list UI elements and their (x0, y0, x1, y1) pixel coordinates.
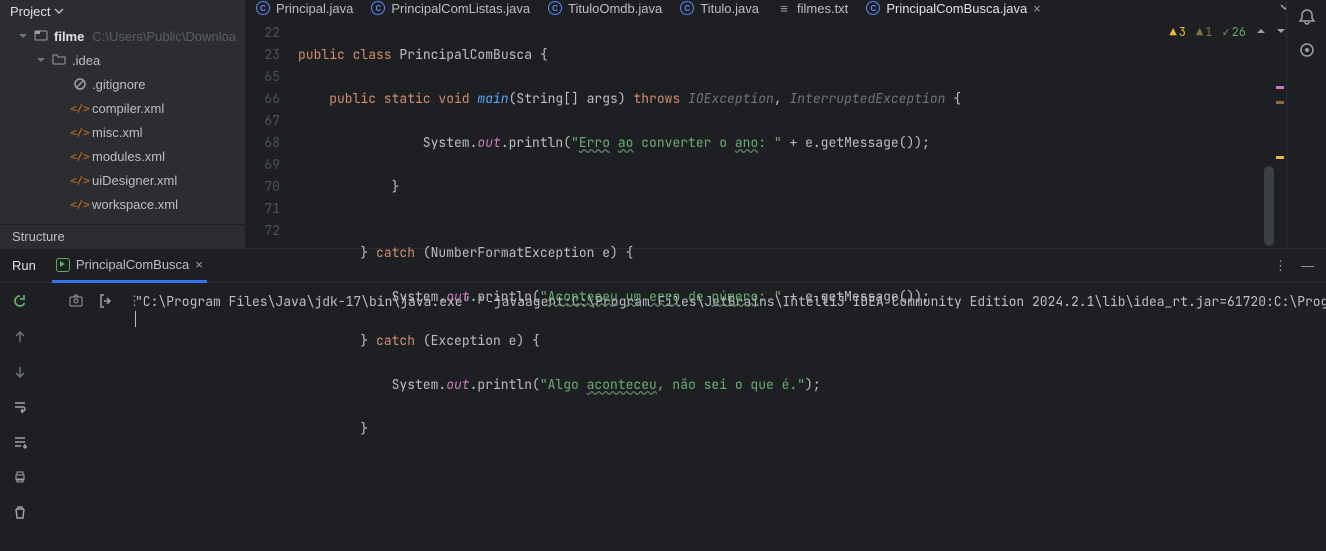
code-editor[interactable]: ▲3 ▲1 ✓26 22 23 65 66 67 68 69 70 71 72 … (246, 16, 1326, 484)
warnings-badge[interactable]: ▲3 (1170, 24, 1186, 40)
up-arrow-icon[interactable] (13, 330, 27, 347)
screenshot-icon[interactable] (68, 293, 84, 312)
xml-icon: </> (72, 124, 88, 140)
tab-principal-busca[interactable]: PrincipalComBusca.java × (866, 1, 1041, 16)
tree-file[interactable]: </> uiDesigner.xml (0, 168, 245, 192)
line-number: 23 (246, 44, 280, 66)
file-label: workspace.xml (92, 197, 178, 212)
line-number: 66 (246, 88, 280, 110)
project-header[interactable]: Project (0, 0, 245, 22)
soft-wrap-icon[interactable] (13, 400, 27, 417)
line-number: 70 (246, 176, 280, 198)
tab-label: PrincipalComBusca.java (886, 1, 1027, 16)
scroll-to-end-icon[interactable] (13, 435, 27, 452)
java-class-icon (680, 1, 694, 15)
tree-project-root[interactable]: filme C:\Users\Public\Downloa (0, 24, 245, 48)
project-tree: filme C:\Users\Public\Downloa .idea .git… (0, 22, 245, 224)
structure-label: Structure (12, 229, 65, 244)
marker[interactable] (1276, 101, 1284, 104)
down-arrow-icon[interactable] (13, 365, 27, 382)
line-gutter: 22 23 65 66 67 68 69 70 71 72 (246, 16, 298, 484)
line-number: 65 (246, 66, 280, 88)
tab-principal[interactable]: Principal.java (256, 1, 353, 16)
line-number: 68 (246, 132, 280, 154)
tree-file[interactable]: .gitignore (0, 72, 245, 96)
structure-header[interactable]: Structure (0, 224, 245, 248)
tab-label: TituloOmdb.java (568, 1, 662, 16)
tab-filmes-txt[interactable]: ≡ filmes.txt (777, 1, 848, 16)
scrollbar-thumb[interactable] (1264, 166, 1274, 246)
tab-label: Principal.java (276, 1, 353, 16)
exit-icon[interactable] (98, 293, 114, 312)
line-number: 71 (246, 198, 280, 220)
run-config-icon (56, 258, 70, 272)
marker[interactable] (1276, 156, 1284, 159)
tree-folder-idea[interactable]: .idea (0, 48, 245, 72)
tab-titulo[interactable]: Titulo.java (680, 1, 759, 16)
java-class-icon (256, 1, 270, 15)
trash-icon[interactable] (13, 505, 27, 522)
tree-file[interactable]: </> workspace.xml (0, 192, 245, 216)
weak-warnings-badge[interactable]: ▲1 (1196, 24, 1212, 40)
tab-titulo-omdb[interactable]: TituloOmdb.java (548, 1, 662, 16)
right-toolbar (1286, 0, 1326, 248)
run-label[interactable]: Run (12, 258, 36, 273)
typos-badge[interactable]: ✓26 (1222, 24, 1246, 40)
editor-area: Principal.java PrincipalComListas.java T… (246, 0, 1326, 248)
text-file-icon: ≡ (777, 1, 791, 15)
xml-icon: </> (72, 196, 88, 212)
cursor (135, 311, 136, 327)
prev-highlight[interactable] (1256, 24, 1266, 40)
editor-tabs: Principal.java PrincipalComListas.java T… (246, 0, 1326, 16)
file-label: uiDesigner.xml (92, 173, 177, 188)
java-class-icon (866, 1, 880, 15)
file-label: misc.xml (92, 125, 143, 140)
print-icon[interactable] (13, 470, 27, 487)
inspection-badges[interactable]: ▲3 ▲1 ✓26 (1170, 24, 1286, 40)
run-config-tab[interactable]: PrincipalComBusca × (52, 249, 207, 283)
tab-label: PrincipalComListas.java (391, 1, 530, 16)
xml-icon: </> (72, 100, 88, 116)
line-number: 67 (246, 110, 280, 132)
chevron-down-icon (54, 6, 64, 16)
line-number: 22 (246, 22, 280, 44)
tab-label: filmes.txt (797, 1, 848, 16)
file-label: modules.xml (92, 149, 165, 164)
rerun-button[interactable] (12, 293, 28, 312)
file-label: .gitignore (92, 77, 145, 92)
code-content[interactable]: public class PrincipalComBusca { public … (298, 16, 1326, 484)
java-class-icon (548, 1, 562, 15)
project-header-label: Project (10, 4, 50, 19)
project-tool-window: Project filme C:\Users\Public\Downloa .i… (0, 0, 246, 248)
notifications-icon[interactable] (1298, 8, 1316, 29)
close-icon[interactable]: × (195, 257, 203, 272)
tab-label: Titulo.java (700, 1, 759, 16)
xml-icon: </> (72, 148, 88, 164)
module-icon (34, 28, 50, 44)
line-number: 72 (246, 220, 280, 242)
tree-file[interactable]: </> misc.xml (0, 120, 245, 144)
ai-assistant-icon[interactable] (1298, 41, 1316, 62)
chevron-down-icon (18, 31, 30, 41)
folder-icon (52, 52, 68, 68)
folder-label: .idea (72, 53, 100, 68)
run-config-name: PrincipalComBusca (76, 257, 189, 272)
next-highlight[interactable] (1276, 24, 1286, 40)
marker[interactable] (1276, 86, 1284, 89)
line-number: 69 (246, 154, 280, 176)
close-icon[interactable]: × (1033, 1, 1041, 16)
file-label: compiler.xml (92, 101, 164, 116)
tree-file[interactable]: </> modules.xml (0, 144, 245, 168)
ignore-icon (72, 76, 88, 92)
project-name: filme (54, 29, 84, 44)
xml-icon: </> (72, 172, 88, 188)
tab-principal-listas[interactable]: PrincipalComListas.java (371, 1, 530, 16)
project-path: C:\Users\Public\Downloa (92, 29, 236, 44)
java-class-icon (371, 1, 385, 15)
tree-file[interactable]: </> compiler.xml (0, 96, 245, 120)
chevron-down-icon (36, 55, 48, 65)
